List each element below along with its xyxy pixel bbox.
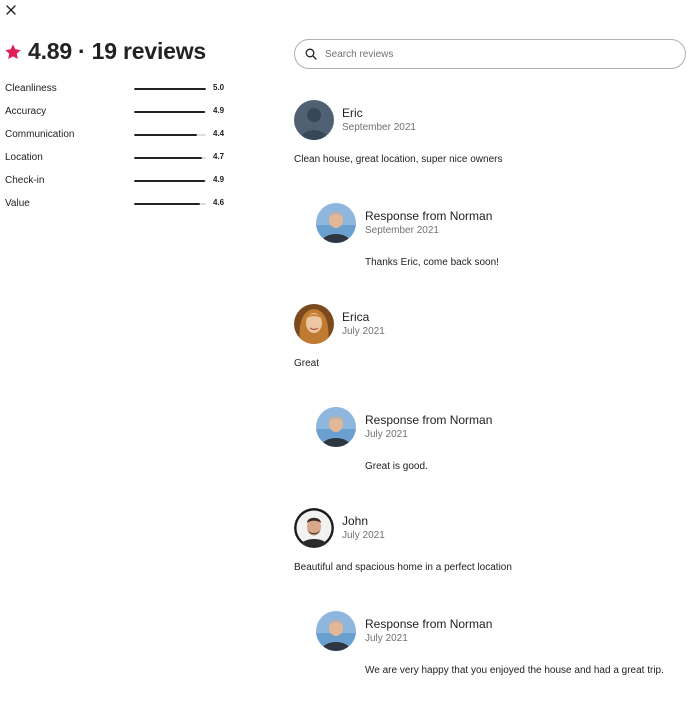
response-date: September 2021 <box>365 225 439 236</box>
response-text: Thanks Eric, come back soon! <box>365 257 499 268</box>
category-value: 4.4 <box>213 129 225 138</box>
rating-summary: 4.89 · 19 reviews <box>4 38 206 65</box>
review-date: September 2021 <box>342 122 416 133</box>
category-value: 4.9 <box>213 106 225 115</box>
review-text: Great <box>294 358 320 369</box>
category-bar-fill <box>134 134 198 136</box>
category-value: 4.9 <box>213 175 225 184</box>
star-icon <box>4 43 22 61</box>
category-row-location: Location 4.7 <box>5 151 230 174</box>
response-text: We are very happy that you enjoyed the h… <box>365 665 664 676</box>
category-label: Accuracy <box>5 106 47 117</box>
category-label: Location <box>5 152 43 163</box>
response-text: Great is good. <box>365 461 428 472</box>
response-date: July 2021 <box>365 429 408 440</box>
search-input[interactable] <box>323 47 657 61</box>
review-text: Beautiful and spacious home in a perfect… <box>294 562 512 573</box>
category-value: 4.7 <box>213 152 225 161</box>
category-row-check-in: Check-in 4.9 <box>5 174 230 197</box>
reviewer-name: Eric <box>342 106 363 120</box>
rating-value: 4.89 <box>28 38 72 64</box>
reviewer-header: Eric September 2021 <box>294 100 689 142</box>
category-bar-fill <box>134 203 201 205</box>
category-value: 5.0 <box>213 83 225 92</box>
close-button[interactable] <box>3 2 19 18</box>
review-item: Eric September 2021 Clean house, great l… <box>294 100 689 304</box>
category-label: Value <box>5 198 30 209</box>
response-date: July 2021 <box>365 633 408 644</box>
category-bar <box>134 111 206 113</box>
reviewer-header: John July 2021 <box>294 508 689 550</box>
category-label: Check-in <box>5 175 45 186</box>
host-response: Response from Norman July 2021 We are ve… <box>316 611 686 701</box>
rating-separator: · <box>77 38 86 64</box>
category-bar-fill <box>134 111 205 113</box>
response-title: Response from Norman <box>365 617 493 631</box>
category-bar <box>134 180 206 182</box>
category-bar <box>134 134 206 136</box>
reviewer-header: Erica July 2021 <box>294 304 689 346</box>
host-avatar[interactable] <box>316 611 356 651</box>
review-item: John July 2021 Beautiful and spacious ho… <box>294 508 689 712</box>
response-title: Response from Norman <box>365 413 493 427</box>
review-date: July 2021 <box>342 530 385 541</box>
category-bar-fill <box>134 157 202 159</box>
review-date: July 2021 <box>342 326 385 337</box>
category-value: 4.6 <box>213 198 225 207</box>
category-bar-fill <box>134 180 205 182</box>
category-row-cleanliness: Cleanliness 5.0 <box>5 82 230 105</box>
category-ratings: Cleanliness 5.0 Accuracy 4.9 Communicati… <box>5 82 230 220</box>
reviewer-name: John <box>342 514 369 528</box>
avatar[interactable] <box>294 508 334 548</box>
category-bar <box>134 157 206 159</box>
host-avatar[interactable] <box>316 407 356 447</box>
review-count: 19 reviews <box>91 38 207 64</box>
search-icon <box>305 48 317 60</box>
host-response: Response from Norman July 2021 Great is … <box>316 407 686 497</box>
category-bar-fill <box>134 88 206 90</box>
review-text: Clean house, great location, super nice … <box>294 154 503 165</box>
category-row-accuracy: Accuracy 4.9 <box>5 105 230 128</box>
avatar[interactable] <box>294 304 334 344</box>
search-bar[interactable] <box>294 39 686 69</box>
category-row-communication: Communication 4.4 <box>5 128 230 151</box>
category-bar <box>134 88 206 90</box>
reviews-list: Eric September 2021 Clean house, great l… <box>294 100 689 712</box>
close-icon <box>6 5 16 15</box>
category-row-value: Value 4.6 <box>5 197 230 220</box>
response-title: Response from Norman <box>365 209 493 223</box>
reviewer-name: Erica <box>342 310 370 324</box>
review-item: Erica July 2021 Great Response from Norm… <box>294 304 689 508</box>
avatar[interactable] <box>294 100 334 140</box>
host-avatar[interactable] <box>316 203 356 243</box>
host-response: Response from Norman September 2021 Than… <box>316 203 686 293</box>
category-bar <box>134 203 206 205</box>
category-label: Cleanliness <box>5 83 57 94</box>
category-label: Communication <box>5 129 75 140</box>
